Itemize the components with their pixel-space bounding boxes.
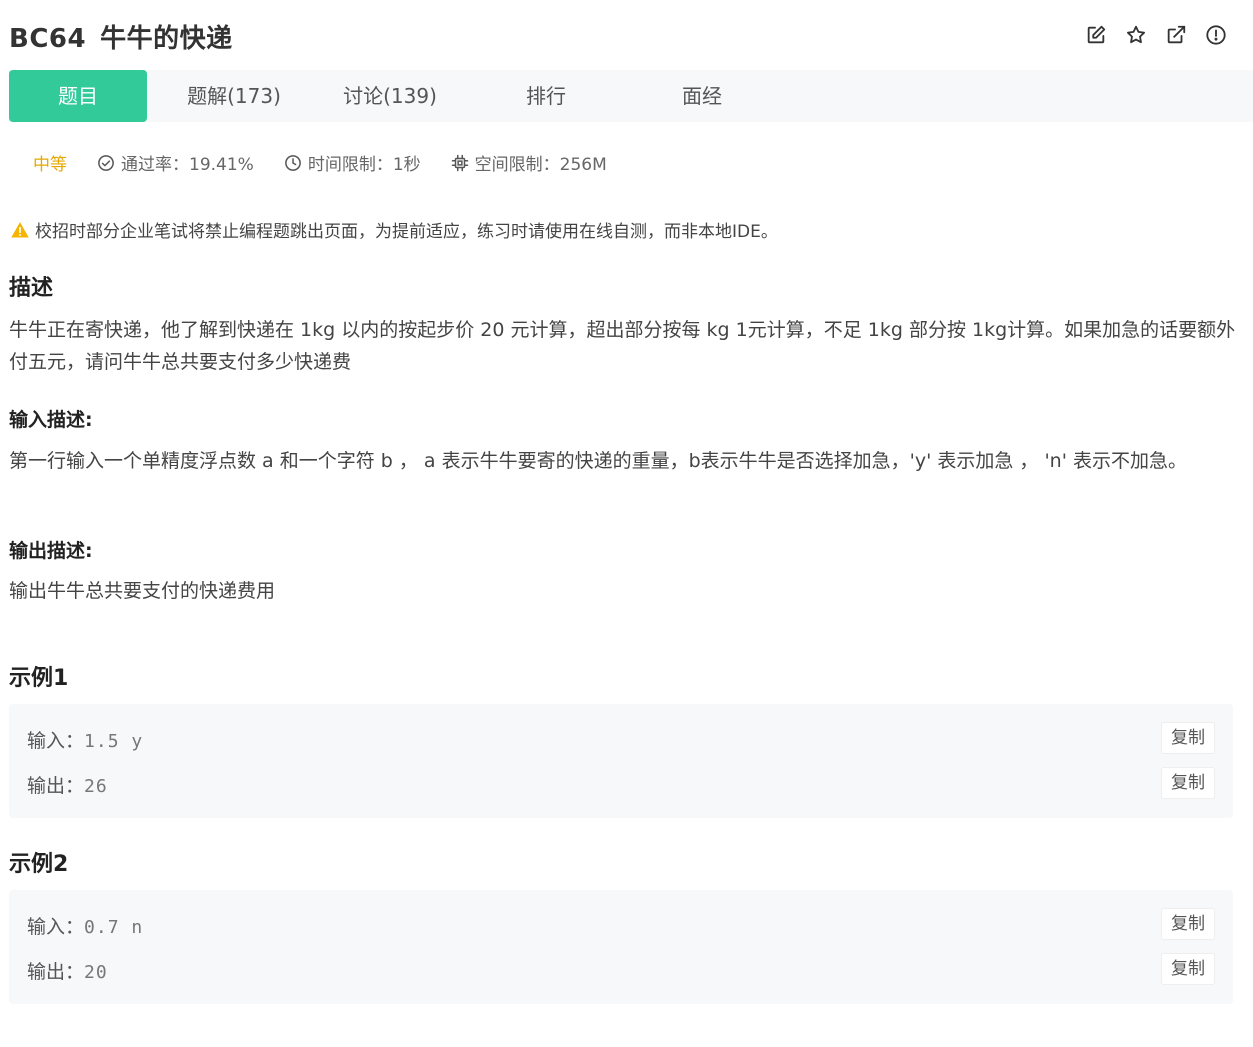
input-desc-text: 第一行输入一个单精度浮点数 a 和一个字符 b ， a 表示牛牛要寄的快递的重量… bbox=[9, 450, 1187, 472]
example-input: 输入：0.7 n bbox=[27, 912, 143, 939]
example-heading: 示例1 bbox=[9, 666, 69, 691]
space-limit-text: 空间限制：256M bbox=[474, 155, 607, 175]
problem-title: 牛牛的快递 bbox=[100, 24, 233, 54]
copy-output-button[interactable]: 复制 bbox=[1161, 953, 1215, 985]
warning-icon bbox=[11, 221, 29, 237]
tab-ranking[interactable]: 排行 bbox=[481, 70, 611, 122]
example-output-label: 输出： bbox=[27, 961, 85, 983]
example-output: 输出：20 bbox=[27, 957, 108, 984]
copy-input-button[interactable]: 复制 bbox=[1161, 722, 1215, 754]
notice-banner: 校招时部分企业笔试将禁止编程题跳出页面，为提前适应，练习时请使用在线自测，而非本… bbox=[10, 217, 778, 242]
example-output-value: 20 bbox=[84, 962, 108, 983]
problem-code: BC64 bbox=[9, 24, 87, 54]
pass-rate: 通过率：19.41% bbox=[97, 150, 254, 175]
title-actions bbox=[1085, 24, 1227, 46]
problem-tabs: 题目 题解(173) 讨论(139) 排行 面经 bbox=[9, 70, 1253, 122]
description-heading: 描述 bbox=[9, 276, 54, 301]
input-desc-heading: 输入描述: bbox=[9, 409, 93, 431]
page-title: BC64 牛牛的快递 bbox=[9, 18, 233, 55]
check-circle-icon bbox=[98, 154, 114, 171]
difficulty-badge: 中等 bbox=[33, 155, 67, 175]
description-text: 牛牛正在寄快递，他了解到快递在 1kg 以内的按起步价 20 元计算，超出部分按… bbox=[9, 319, 1236, 373]
example-input-label: 输入： bbox=[27, 730, 85, 752]
example-heading: 示例2 bbox=[9, 852, 69, 877]
output-desc-text: 输出牛牛总共要支付的快递费用 bbox=[9, 580, 276, 602]
tab-problem[interactable]: 题目 bbox=[9, 70, 147, 122]
time-limit-text: 时间限制：1秒 bbox=[307, 155, 421, 175]
tab-interview[interactable]: 面经 bbox=[637, 70, 767, 122]
example-input-value: 0.7 n bbox=[84, 917, 144, 938]
title-row: BC64 牛牛的快递 bbox=[0, 0, 1253, 70]
pass-rate-text: 通过率：19.41% bbox=[121, 155, 254, 175]
example-box: 输入：1.5 y 复制 输出：26 复制 bbox=[9, 704, 1233, 818]
tab-solutions[interactable]: 题解(173) bbox=[169, 70, 299, 122]
example-output: 输出：26 bbox=[27, 771, 108, 798]
star-icon[interactable] bbox=[1125, 24, 1147, 46]
time-limit: 时间限制：1秒 bbox=[284, 150, 421, 175]
notice-text: 校招时部分企业笔试将禁止编程题跳出页面，为提前适应，练习时请使用在线自测，而非本… bbox=[35, 222, 778, 242]
example-box: 输入：0.7 n 复制 输出：20 复制 bbox=[9, 890, 1233, 1004]
example-output-label: 输出： bbox=[27, 775, 85, 797]
example-input: 输入：1.5 y bbox=[27, 726, 143, 753]
output-desc-heading: 输出描述: bbox=[9, 540, 93, 562]
copy-input-button[interactable]: 复制 bbox=[1161, 908, 1215, 940]
problem-meta: 中等 通过率：19.41% 时间限制：1秒 空间限制：256M bbox=[33, 150, 637, 175]
space-limit: 空间限制：256M bbox=[451, 150, 607, 175]
example-input-value: 1.5 y bbox=[84, 731, 144, 752]
example-input-label: 输入： bbox=[27, 916, 85, 938]
alert-circle-icon[interactable] bbox=[1205, 24, 1227, 46]
clock-icon bbox=[284, 154, 301, 171]
external-link-icon[interactable] bbox=[1165, 24, 1187, 46]
chip-icon bbox=[451, 154, 468, 171]
copy-output-button[interactable]: 复制 bbox=[1161, 767, 1215, 799]
tab-discussion[interactable]: 讨论(139) bbox=[325, 70, 455, 122]
example-output-value: 26 bbox=[84, 776, 108, 797]
edit-icon[interactable] bbox=[1085, 24, 1107, 46]
